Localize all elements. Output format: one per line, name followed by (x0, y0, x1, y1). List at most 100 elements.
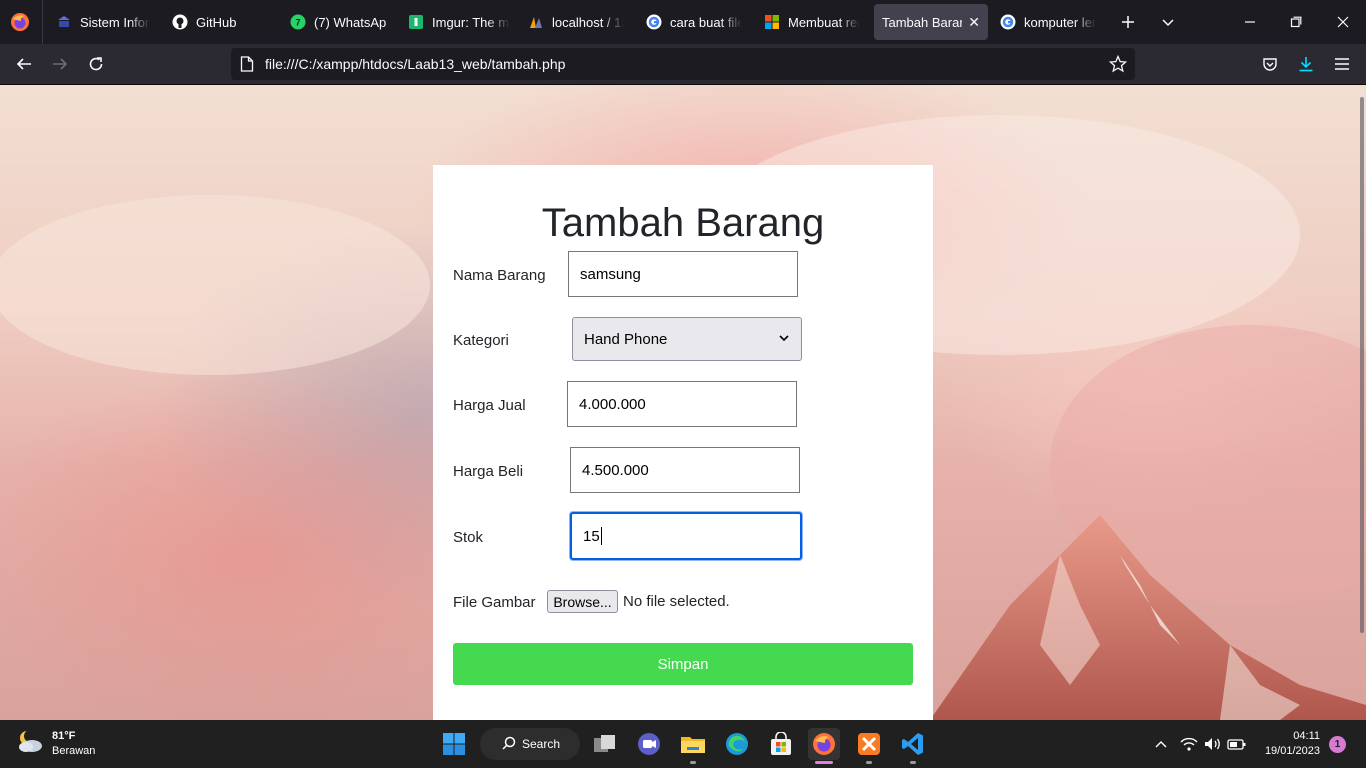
windows-start-icon[interactable] (438, 728, 470, 760)
tab-title: Membuat read (788, 14, 860, 30)
navigation-toolbar: file:///C:/xampp/htdocs/Laab13_web/tamba… (0, 44, 1366, 85)
file-page-icon (240, 56, 254, 75)
running-indicator (690, 761, 696, 764)
whatsapp-icon: 7 (290, 14, 306, 30)
kategori-select[interactable]: Hand Phone (572, 317, 802, 361)
browse-file-button[interactable]: Browse... (547, 590, 618, 613)
weather-condition: Berawan (52, 744, 96, 757)
wifi-icon[interactable] (1178, 734, 1200, 754)
running-indicator (866, 761, 872, 764)
restore-icon[interactable] (1284, 10, 1308, 34)
show-hidden-icons-chevron-icon[interactable] (1150, 734, 1172, 754)
tab-tambah-barang[interactable]: Tambah Barang ✕ (874, 4, 988, 40)
search-icon (502, 736, 522, 753)
harga-beli-input[interactable]: 4.500.000 (570, 447, 800, 493)
harga-jual-value: 4.000.000 (579, 395, 646, 413)
list-tabs-chevron-icon[interactable] (1156, 10, 1180, 34)
task-view-icon[interactable] (589, 728, 621, 760)
volume-icon[interactable] (1202, 734, 1224, 754)
firefox-taskbar-icon[interactable] (808, 728, 840, 760)
hamburger-menu-icon[interactable] (1330, 52, 1354, 76)
stok-value: 15 (583, 527, 600, 545)
harga-jual-label: Harga Jual (453, 397, 526, 414)
url-text: file:///C:/xampp/htdocs/Laab13_web/tamba… (265, 56, 566, 72)
close-tab-icon[interactable]: ✕ (968, 14, 980, 31)
simpan-button[interactable]: Simpan (453, 643, 913, 685)
tab-title: Tambah Barang (882, 14, 962, 30)
tab-title: Sistem Informasi (80, 14, 150, 30)
google-icon (646, 14, 662, 30)
forward-arrow-icon[interactable] (48, 52, 72, 76)
minimize-icon[interactable] (1238, 10, 1262, 34)
battery-charging-icon[interactable] (1226, 734, 1248, 754)
tab-strip: Sistem Informasi GitHub 7 (7) WhatsApp I… (0, 0, 1366, 44)
nama-barang-label: Nama Barang (453, 267, 546, 284)
harga-beli-label: Harga Beli (453, 463, 524, 480)
tab-microsoft[interactable]: Membuat read (756, 4, 868, 40)
tab-title: cara buat file excel (670, 14, 742, 30)
tab-google-komputer[interactable]: komputer lenovo (992, 4, 1104, 40)
file-explorer-icon[interactable] (677, 728, 709, 760)
tab-title: (7) WhatsApp (314, 14, 386, 30)
page-scrollbar[interactable] (1360, 97, 1364, 633)
phpmyadmin-icon (528, 14, 544, 30)
clock-time: 04:11 (1293, 730, 1320, 742)
tab-title: localhost / 127.0.0.1 (552, 14, 624, 30)
google-icon (1000, 14, 1016, 30)
downloads-icon[interactable] (1294, 52, 1318, 76)
reload-icon[interactable] (84, 52, 108, 76)
svg-text:7: 7 (295, 18, 300, 28)
partly-cloudy-moon-icon (16, 728, 44, 759)
page-title: Tambah Barang (541, 201, 825, 245)
stok-label: Stok (453, 529, 484, 546)
tab-whatsapp[interactable]: 7 (7) WhatsApp (282, 4, 394, 40)
xampp-icon[interactable] (853, 728, 885, 760)
bookmark-star-icon[interactable] (1108, 54, 1128, 76)
windows-taskbar: 81°F Berawan Search 04:11 19/01/2023 1 (0, 720, 1366, 768)
tambah-barang-form: Tambah Barang Nama Barang samsung Katego… (433, 165, 933, 720)
running-indicator (910, 761, 916, 764)
pocket-icon[interactable] (1258, 52, 1282, 76)
tab-sistem-informasi[interactable]: Sistem Informasi (48, 4, 158, 40)
address-bar[interactable]: file:///C:/xampp/htdocs/Laab13_web/tamba… (231, 48, 1135, 80)
tab-title: GitHub (196, 14, 237, 30)
github-icon (172, 14, 188, 30)
stok-input[interactable]: 15 (570, 512, 802, 560)
notification-badge[interactable]: 1 (1329, 736, 1346, 753)
system-clock[interactable]: 04:11 19/01/2023 (1258, 729, 1320, 759)
harga-beli-value: 4.500.000 (582, 461, 649, 479)
tab-title: komputer lenovo (1024, 14, 1096, 30)
weather-widget[interactable]: 81°F Berawan (16, 728, 95, 759)
edge-icon[interactable] (721, 728, 753, 760)
tab-google-search[interactable]: cara buat file excel (638, 4, 750, 40)
vscode-icon[interactable] (897, 728, 929, 760)
nama-barang-value: samsung (580, 265, 641, 283)
tab-phpmyadmin[interactable]: localhost / 127.0.0.1 (520, 4, 632, 40)
taskbar-search-button[interactable]: Search (480, 728, 580, 760)
kategori-label: Kategori (453, 332, 509, 349)
harga-jual-input[interactable]: 4.000.000 (567, 381, 797, 427)
tab-separator (42, 0, 43, 44)
active-indicator (815, 761, 833, 764)
back-arrow-icon[interactable] (12, 52, 36, 76)
university-favicon-icon (56, 14, 72, 30)
close-window-icon[interactable] (1331, 10, 1355, 34)
microsoft-store-icon[interactable] (765, 728, 797, 760)
tab-title: Imgur: The magic of the Internet (432, 14, 510, 30)
file-gambar-label: File Gambar (453, 594, 536, 611)
meet-icon[interactable] (633, 728, 665, 760)
firefox-menu-icon[interactable] (8, 10, 32, 34)
kategori-value: Hand Phone (584, 330, 668, 348)
search-label: Search (522, 737, 561, 751)
new-tab-plus-icon[interactable] (1116, 10, 1140, 34)
text-caret (600, 527, 602, 545)
chevron-down-icon (778, 331, 790, 348)
nama-barang-input[interactable]: samsung (568, 251, 798, 297)
tab-github[interactable]: GitHub (164, 4, 274, 40)
microsoft-icon (764, 14, 780, 30)
file-status-text: No file selected. (623, 593, 730, 610)
imgur-icon (408, 14, 424, 30)
weather-temperature: 81°F (52, 729, 76, 742)
clock-date: 19/01/2023 (1264, 745, 1320, 757)
tab-imgur[interactable]: Imgur: The magic of the Internet (400, 4, 518, 40)
